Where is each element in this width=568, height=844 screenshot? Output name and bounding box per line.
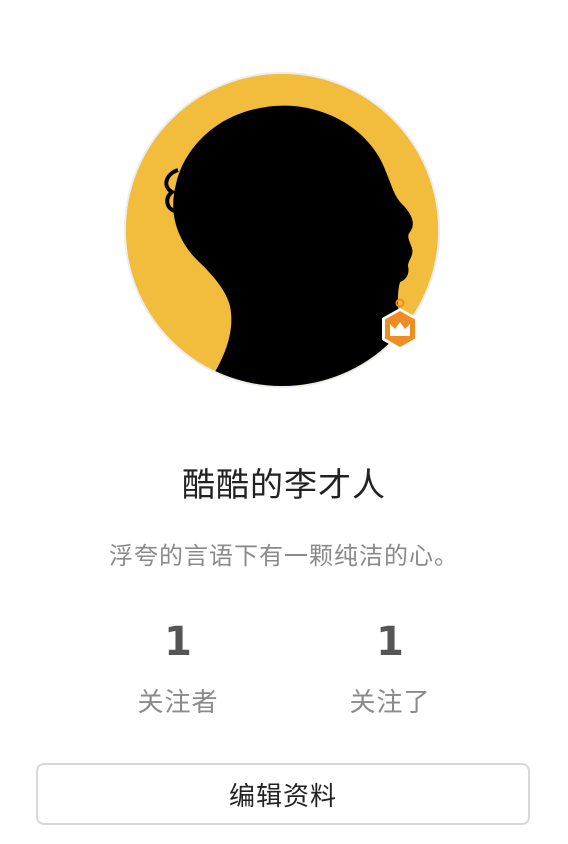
followers-label: 关注者	[137, 688, 219, 718]
edit-profile-button[interactable]: 编辑资料	[36, 763, 530, 825]
followers-stat[interactable]: 1 关注者	[98, 616, 258, 719]
crown-icon	[376, 298, 424, 358]
following-label: 关注了	[349, 688, 431, 718]
profile-name: 酷酷的李才人	[182, 465, 386, 504]
profile-bio: 浮夸的言语下有一颗纯洁的心。	[109, 542, 459, 570]
avatar-container[interactable]	[124, 72, 444, 392]
following-stat[interactable]: 1 关注了	[310, 616, 470, 719]
followers-count: 1	[164, 619, 192, 665]
following-count: 1	[376, 619, 404, 665]
